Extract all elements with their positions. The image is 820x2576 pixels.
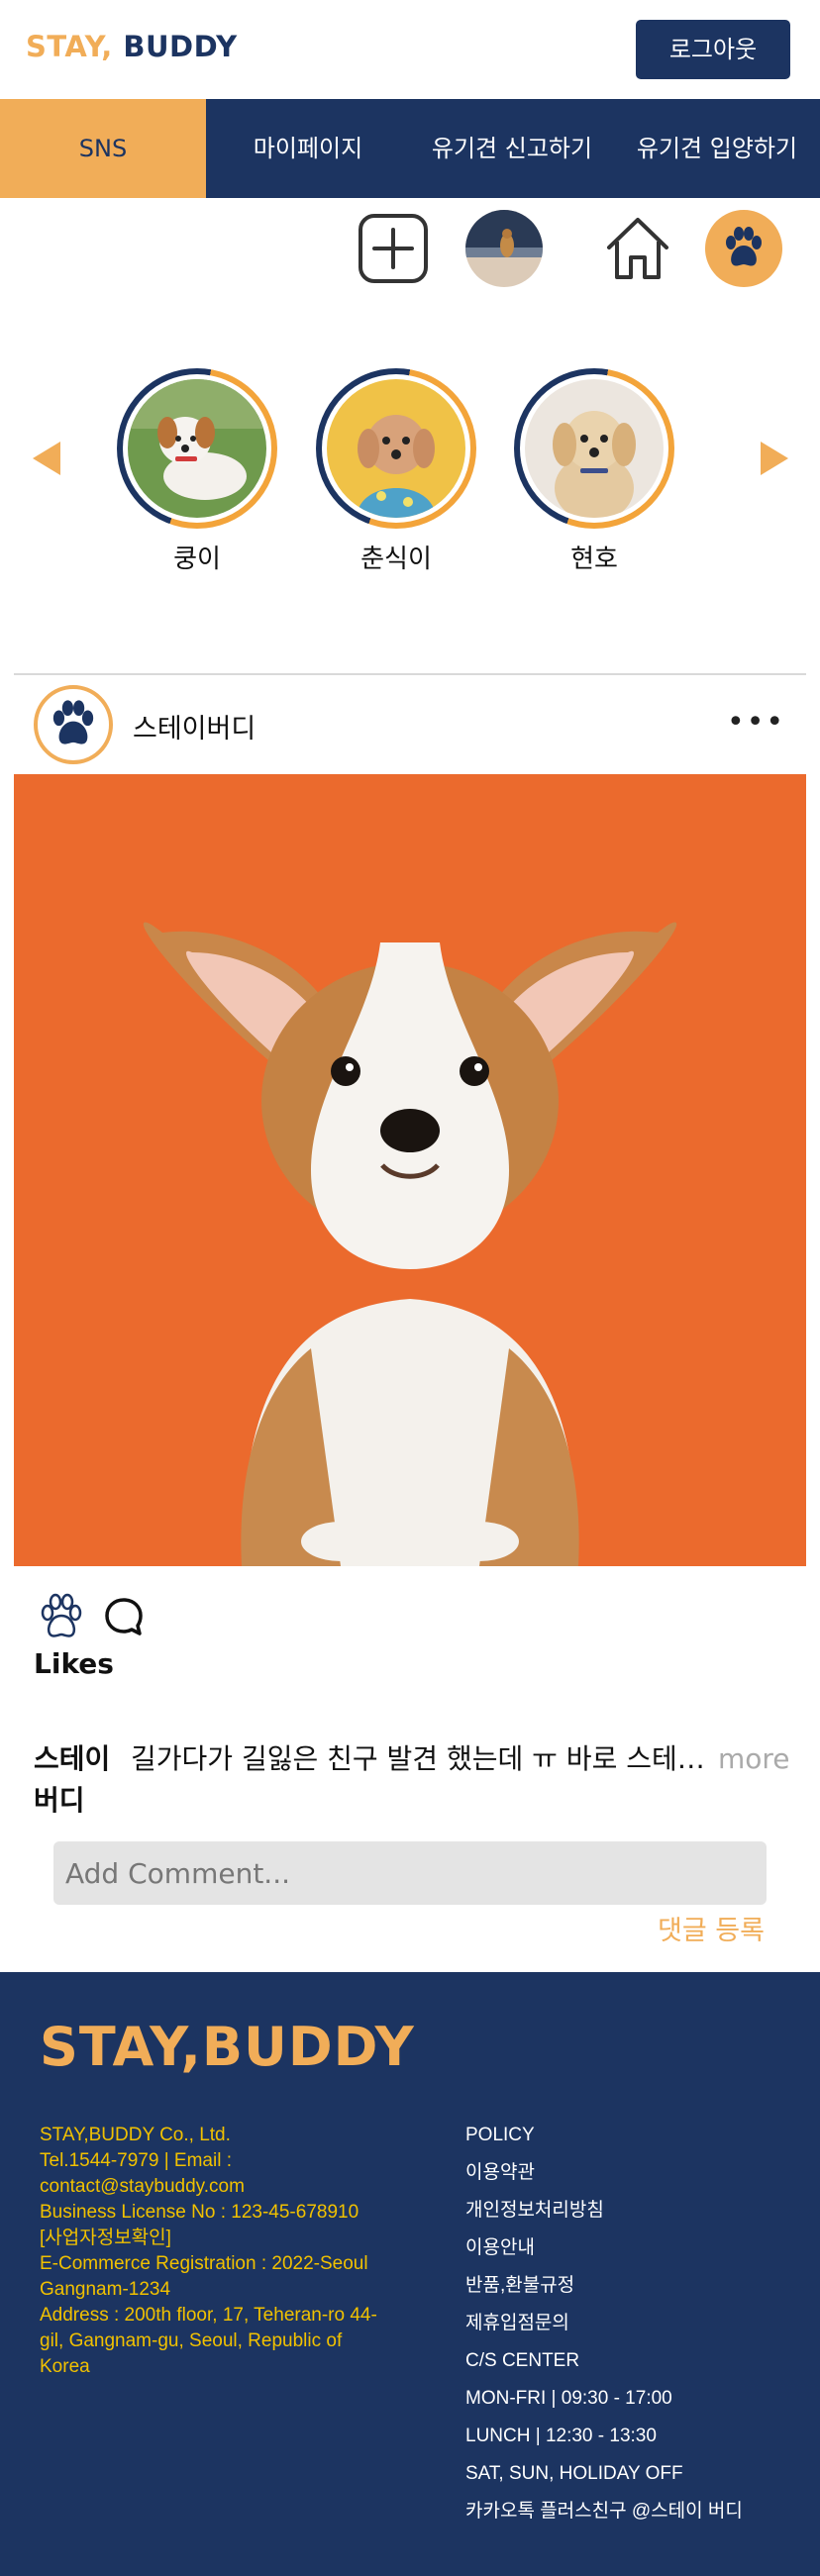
- post-author-avatar[interactable]: [34, 685, 113, 764]
- story-ring: [514, 368, 674, 529]
- home-icon[interactable]: [599, 210, 676, 287]
- site-logo[interactable]: STAY, BUDDY: [26, 30, 238, 63]
- logo-part2: BUDDY: [112, 30, 238, 63]
- logo-part1: STAY,: [26, 30, 113, 63]
- story-item[interactable]: 춘식이: [315, 368, 477, 575]
- policy-link-partnership[interactable]: 제휴입점문의: [465, 2305, 792, 2342]
- nav-mypage[interactable]: 마이페이지: [206, 99, 410, 198]
- story-ring: [117, 368, 277, 529]
- section-divider: [14, 673, 806, 675]
- paw-icon[interactable]: [705, 210, 782, 287]
- story-item[interactable]: 쿵이: [116, 368, 278, 575]
- comment-input[interactable]: [53, 1841, 767, 1905]
- nav-adopt-dog[interactable]: 유기견 입양하기: [614, 99, 820, 198]
- policy-link-refund[interactable]: 반품,환불규정: [465, 2267, 792, 2305]
- dog-photo-chunsik: [327, 379, 465, 518]
- story-item[interactable]: 현호: [513, 368, 675, 575]
- paw-icon: [52, 700, 94, 744]
- cs-hours-weekday: MON-FRI | 09:30 - 17:00: [465, 2388, 672, 2409]
- cs-center-heading: C/S CENTER: [465, 2350, 580, 2371]
- policy-heading: POLICY: [465, 2125, 535, 2145]
- footer-logo: STAY,BUDDY: [40, 2016, 415, 2078]
- policy-link-terms[interactable]: 이용약관: [465, 2154, 792, 2192]
- nav-sns[interactable]: SNS: [0, 99, 206, 198]
- dog-photo-hyeonho: [525, 379, 664, 518]
- caption-text: 길가다가 길잃은 친구 발견 했는데 ㅠ 바로 스테이버디에 신고했어요: [131, 1742, 713, 1775]
- company-info: STAY,BUDDY Co., Ltd. Tel.1544-7979 | Ema…: [40, 2123, 386, 2380]
- kakao-plus-friend-link[interactable]: 카카오톡 플러스친구 @스테이 버디: [465, 2493, 792, 2530]
- comment-submit-button[interactable]: 댓글 등록: [658, 1909, 765, 1947]
- policy-link-privacy[interactable]: 개인정보처리방침: [465, 2192, 792, 2229]
- header: STAY, BUDDY 로그아웃: [0, 0, 820, 99]
- story-name: 현호: [570, 545, 618, 574]
- logout-button[interactable]: 로그아웃: [636, 20, 790, 79]
- likes-label: Likes: [34, 1647, 114, 1680]
- caption-username[interactable]: 스테이버디: [34, 1738, 123, 1822]
- ecommerce-registration: E-Commerce Registration : 2022-Seoul Gan…: [40, 2253, 368, 2300]
- profile-avatar[interactable]: [465, 210, 543, 287]
- more-options-icon[interactable]: •••: [727, 708, 785, 738]
- cs-hours-lunch: LUNCH | 12:30 - 13:30: [465, 2426, 657, 2446]
- main-nav: SNS 마이페이지 유기견 신고하기 유기견 입양하기: [0, 99, 820, 198]
- policy-list: POLICY 이용약관 개인정보처리방침 이용안내 반품,환불규정 제휴입점문의…: [465, 2117, 792, 2530]
- business-license: Business License No : 123-45-678910 [사업자…: [40, 2202, 359, 2248]
- caption-more-link[interactable]: more: [718, 1738, 790, 1780]
- post-photo: [14, 774, 806, 1566]
- dog-photo-kungi: [128, 379, 266, 518]
- company-contact: Tel.1544-7979 | Email : contact@staybudd…: [40, 2150, 245, 2197]
- footer: STAY,BUDDY STAY,BUDDY Co., Ltd. Tel.1544…: [0, 1972, 820, 2576]
- company-name: STAY,BUDDY Co., Ltd.: [40, 2125, 231, 2145]
- post-username[interactable]: 스테이버디: [133, 707, 256, 745]
- cs-hours-off: SAT, SUN, HOLIDAY OFF: [465, 2463, 683, 2484]
- nav-report-dog[interactable]: 유기견 신고하기: [410, 99, 614, 198]
- stories-prev-arrow[interactable]: [33, 442, 60, 475]
- stories-next-arrow[interactable]: [761, 442, 788, 475]
- policy-link-guide[interactable]: 이용안내: [465, 2229, 792, 2267]
- story-ring: [316, 368, 476, 529]
- like-paw-icon[interactable]: [36, 1592, 87, 1645]
- plus-square-icon[interactable]: [355, 210, 432, 287]
- company-address: Address : 200th floor, 17, Teheran-ro 44…: [40, 2305, 377, 2377]
- story-name: 춘식이: [360, 545, 432, 574]
- comment-bubble-icon[interactable]: [103, 1596, 145, 1641]
- story-name: 쿵이: [173, 545, 221, 574]
